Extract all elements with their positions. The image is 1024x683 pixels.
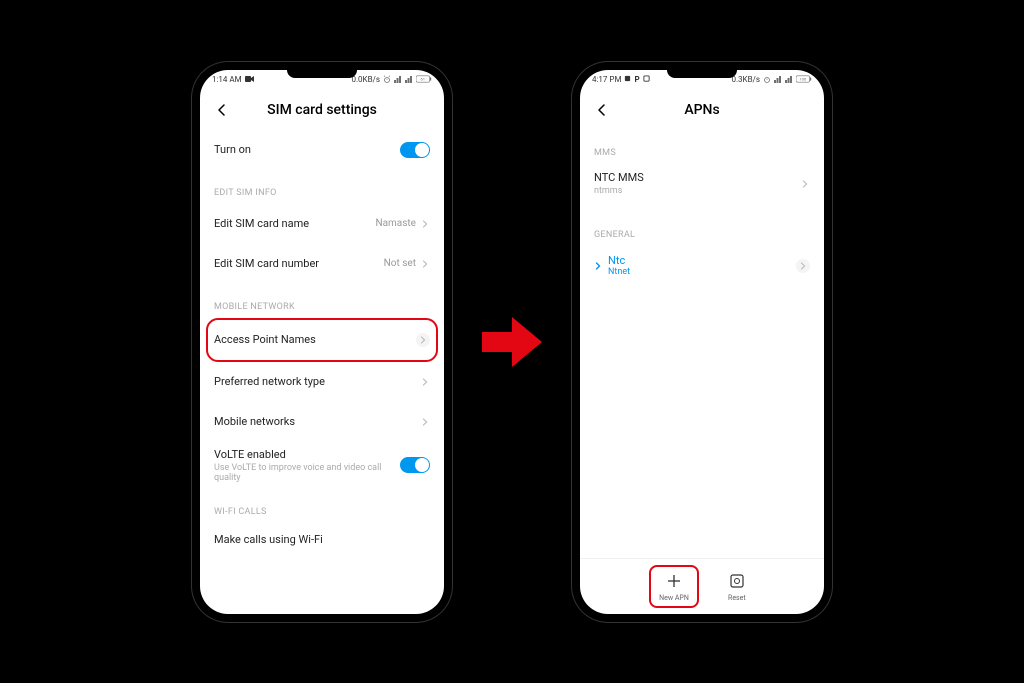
- chevron-right-icon: [416, 333, 430, 347]
- row-label: Edit SIM card number: [214, 257, 384, 270]
- toggle-on-icon[interactable]: [400, 142, 430, 158]
- chevron-right-icon: [420, 259, 430, 269]
- svg-text:100: 100: [799, 76, 806, 81]
- turn-on-row[interactable]: Turn on: [214, 130, 430, 170]
- toggle-on-icon[interactable]: [400, 457, 430, 473]
- arrow-icon: [477, 312, 547, 372]
- volte-row[interactable]: VoLTE enabled Use VoLTE to improve voice…: [214, 442, 430, 489]
- signal-icon: [774, 75, 782, 85]
- button-label: New APN: [659, 594, 689, 602]
- edit-sim-name-row[interactable]: Edit SIM card name Namaste: [214, 204, 430, 244]
- row-sublabel: Use VoLTE to improve voice and video cal…: [214, 463, 400, 483]
- row-label: Edit SIM card name: [214, 217, 375, 230]
- battery-icon: 61: [416, 75, 432, 85]
- apn-row[interactable]: Access Point Names: [214, 320, 430, 360]
- status-bar: 4:17 PM P 0.3KB/s: [580, 70, 824, 90]
- status-bar: 1:14 AM 0.0KB/s 61: [200, 70, 444, 90]
- signal-icon: [394, 75, 402, 85]
- chevron-right-icon: [420, 417, 430, 427]
- page-title: SIM card settings: [212, 102, 432, 118]
- chevron-right-icon: [796, 259, 810, 273]
- time-label: 4:17 PM: [592, 75, 621, 84]
- selected-indicator-icon: [594, 262, 602, 270]
- reset-icon: [727, 571, 747, 591]
- row-label: VoLTE enabled: [214, 448, 400, 461]
- content-area: Turn on EDIT SIM INFO Edit SIM card name…: [200, 130, 444, 614]
- row-label: Make calls using Wi-Fi: [214, 533, 430, 546]
- row-value: Not set: [384, 258, 416, 269]
- speed-label: 0.3KB/s: [731, 75, 760, 84]
- row-label: Access Point Names: [214, 333, 416, 346]
- title-bar: APNs: [580, 90, 824, 130]
- bottom-bar: New APN Reset: [580, 558, 824, 614]
- video-icon: [245, 75, 255, 85]
- title-bar: SIM card settings: [200, 90, 444, 130]
- signal-icon-2: [785, 75, 793, 85]
- chevron-right-icon: [420, 219, 430, 229]
- section-wifi-calls: WI-FI CALLS: [214, 489, 430, 523]
- page-title: APNs: [592, 102, 812, 118]
- mobile-networks-row[interactable]: Mobile networks: [214, 402, 430, 442]
- signal-icon-2: [405, 75, 413, 85]
- new-apn-button[interactable]: New APN: [649, 565, 699, 608]
- svg-text:61: 61: [421, 76, 426, 81]
- alarm-icon: [383, 75, 391, 85]
- phone-left: 1:14 AM 0.0KB/s 61: [192, 62, 452, 622]
- ntc-row[interactable]: Ntc Ntnet: [594, 246, 810, 286]
- section-general: GENERAL: [594, 204, 810, 246]
- reset-button[interactable]: Reset: [719, 567, 755, 606]
- ntc-mms-row[interactable]: NTC MMS ntmms: [594, 164, 810, 204]
- chevron-right-icon: [800, 179, 810, 189]
- screen-apns: 4:17 PM P 0.3KB/s: [580, 70, 824, 614]
- row-label: Ntc: [608, 254, 796, 267]
- plus-icon: [664, 571, 684, 591]
- row-value: Namaste: [375, 218, 416, 229]
- edit-sim-number-row[interactable]: Edit SIM card number Not set: [214, 244, 430, 284]
- row-label: NTC MMS: [594, 171, 800, 184]
- row-label: Preferred network type: [214, 375, 420, 388]
- notif-icon: [624, 75, 631, 84]
- section-mobile-network: MOBILE NETWORK: [214, 284, 430, 318]
- alarm-icon: [763, 75, 771, 85]
- preferred-network-row[interactable]: Preferred network type: [214, 362, 430, 402]
- section-edit-sim: EDIT SIM INFO: [214, 170, 430, 204]
- wifi-calls-row[interactable]: Make calls using Wi-Fi: [214, 523, 430, 551]
- highlight-box: Access Point Names: [206, 318, 438, 362]
- p-icon: P: [634, 75, 639, 84]
- row-sublabel: ntmms: [594, 186, 800, 196]
- battery-icon: 100: [796, 75, 812, 85]
- row-sublabel: Ntnet: [608, 267, 796, 277]
- speed-label: 0.0KB/s: [351, 75, 380, 84]
- turn-on-label: Turn on: [214, 143, 400, 156]
- notif-icon-2: [643, 75, 650, 84]
- content-area: MMS NTC MMS ntmms GENERAL Ntc Ntnet: [580, 130, 824, 558]
- time-label: 1:14 AM: [212, 75, 242, 84]
- screen-sim-settings: 1:14 AM 0.0KB/s 61: [200, 70, 444, 614]
- phone-right: 4:17 PM P 0.3KB/s: [572, 62, 832, 622]
- chevron-right-icon: [420, 377, 430, 387]
- button-label: Reset: [728, 594, 746, 602]
- row-label: Mobile networks: [214, 415, 420, 428]
- section-mms: MMS: [594, 130, 810, 164]
